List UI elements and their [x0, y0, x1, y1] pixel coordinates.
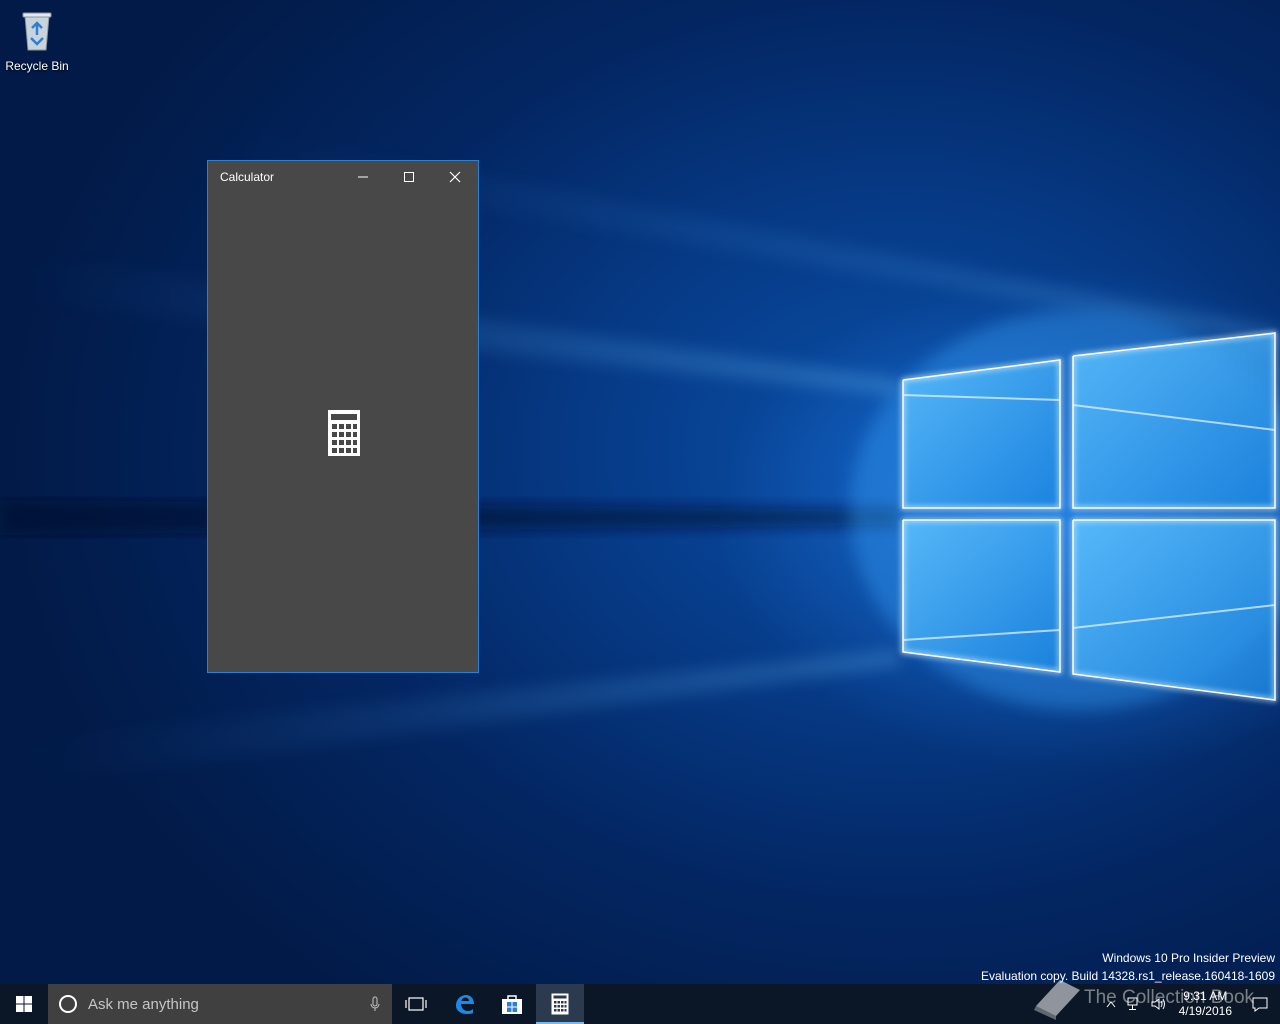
taskbar-calculator[interactable] [536, 984, 584, 1024]
book-logo-icon [1034, 980, 1080, 1020]
windows-start-icon [16, 996, 32, 1012]
close-button[interactable] [432, 161, 478, 192]
edge-icon [456, 995, 474, 1014]
taskbar-edge[interactable] [440, 984, 488, 1024]
microphone-icon[interactable] [370, 996, 380, 1012]
calculator-icon [328, 410, 360, 456]
recycle-bin-icon [22, 12, 52, 51]
calculator-window[interactable]: Calculator [207, 160, 479, 673]
minimize-icon [358, 176, 368, 177]
recycle-bin[interactable]: Recycle Bin [4, 6, 70, 76]
calculator-splash [327, 409, 361, 462]
start-button[interactable] [0, 984, 48, 1024]
watermark-edition: Windows 10 Pro Insider Preview [1102, 951, 1275, 965]
search-placeholder: Ask me anything [88, 995, 199, 1013]
maximize-icon [404, 171, 414, 182]
calculator-icon [551, 993, 569, 1015]
recycle-bin-label: Recycle Bin [5, 59, 69, 73]
window-titlebar[interactable]: Calculator [208, 161, 478, 192]
wallpaper-windows-logo [0, 120, 1280, 790]
window-title: Calculator [220, 169, 275, 184]
task-view-icon [405, 997, 427, 1011]
close-icon [449, 171, 461, 182]
desktop: Recycle Bin Calculator Windows 10 Pro In… [0, 0, 1280, 984]
overlay-logo: The Collection Book [1030, 976, 1254, 1020]
cortana-icon [59, 995, 77, 1013]
taskbar-store[interactable] [488, 984, 536, 1024]
store-icon [502, 995, 522, 1014]
taskbar-task-view[interactable] [392, 984, 440, 1024]
cortana-search-box[interactable]: Ask me anything [48, 984, 392, 1024]
notification-icon [1252, 997, 1268, 1012]
overlay-logo-text: The Collection Book [1084, 987, 1255, 1008]
maximize-button[interactable] [386, 161, 432, 192]
minimize-button[interactable] [340, 161, 386, 192]
